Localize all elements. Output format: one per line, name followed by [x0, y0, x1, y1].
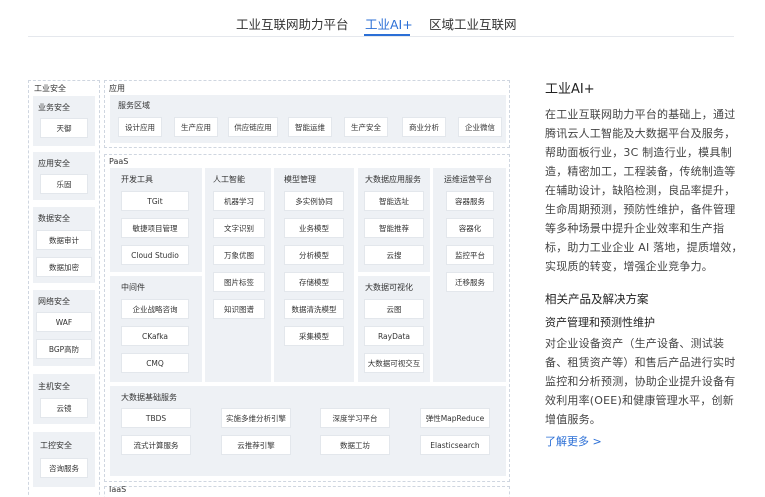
learn-more-link[interactable]: 了解更多 > [545, 433, 745, 449]
section-title: 工业AI+ [545, 82, 595, 97]
app-item[interactable]: 供应链应用 [228, 117, 278, 137]
paas-item[interactable]: 容器服务 [446, 191, 494, 211]
paas-item[interactable]: 监控平台 [446, 245, 494, 265]
section-description: 在工业互联网助力平台的基础上，通过腾讯云人工智能及大数据平台及服务，帮助面板行业… [545, 108, 743, 273]
security-group-label: 应用安全 [38, 159, 70, 168]
security-item[interactable]: 咨询服务 [40, 458, 88, 478]
paas-item[interactable]: 数据清洗模型 [284, 299, 344, 319]
paas-item[interactable]: Elasticsearch [420, 435, 490, 455]
paas-item[interactable]: 云图 [364, 299, 424, 319]
paas-item[interactable]: 敏捷项目管理 [121, 218, 189, 238]
paas-item[interactable]: 实施多维分析引擎 [221, 408, 291, 428]
security-group-label: 主机安全 [38, 382, 70, 391]
panel-title: 大数据基础服务 [121, 393, 177, 402]
paas-item[interactable]: TGit [121, 191, 189, 211]
security-item[interactable]: 乐固 [40, 174, 88, 194]
security-group-label: 数据安全 [38, 214, 70, 223]
paas-item[interactable]: 企业战略咨询 [121, 299, 189, 319]
paas-item[interactable]: 弹性MapReduce [420, 408, 490, 428]
architecture-diagram: 工业安全 业务安全 天御 应用安全 乐固 数据安全 数据审计 数据加密 网络安全… [28, 80, 510, 497]
panel-title: 人工智能 [213, 175, 245, 184]
paas-item[interactable]: 智能推荐 [364, 218, 424, 238]
paas-item[interactable]: 存储模型 [284, 272, 344, 292]
paas-item[interactable]: Cloud Studio [121, 245, 189, 265]
app-layer-label: 应用 [109, 84, 125, 93]
paas-item[interactable]: 容器化 [446, 218, 494, 238]
paas-item[interactable]: 深度学习平台 [320, 408, 390, 428]
security-item[interactable]: WAF [36, 312, 92, 332]
service-region-label: 服务区域 [118, 101, 150, 110]
security-item[interactable]: 云镜 [40, 398, 88, 418]
solution-title: 资产管理和预测性维护 [545, 316, 655, 329]
app-item[interactable]: 设计应用 [118, 117, 162, 137]
security-group-label: 工控安全 [40, 441, 72, 450]
paas-item[interactable]: 大数据可视交互 [364, 353, 424, 373]
security-item[interactable]: 数据加密 [36, 257, 92, 277]
paas-item[interactable]: 云搜 [364, 245, 424, 265]
paas-item[interactable]: 图片标签 [213, 272, 265, 292]
panel-title: 开发工具 [121, 175, 153, 184]
app-item[interactable]: 企业微信 [458, 117, 502, 137]
app-item[interactable]: 生产安全 [344, 117, 388, 137]
security-group-label: 业务安全 [38, 103, 70, 112]
paas-item[interactable]: 采集模型 [284, 326, 344, 346]
app-item[interactable]: 商业分析 [402, 117, 446, 137]
app-item[interactable]: 智能运维 [288, 117, 332, 137]
iaas-layer [104, 486, 510, 497]
panel-title: 中间件 [121, 283, 145, 292]
paas-layer-label: PaaS [109, 157, 129, 166]
paas-item[interactable]: 知识图谱 [213, 299, 265, 319]
paas-item[interactable]: 智能选址 [364, 191, 424, 211]
tabs-divider [28, 36, 734, 37]
iaas-layer-label: IaaS [109, 485, 127, 494]
tab-regional-internet[interactable]: 区域工业互联网 [429, 14, 517, 33]
paas-item[interactable]: 流式计算服务 [121, 435, 191, 455]
paas-item[interactable]: RayData [364, 326, 424, 346]
paas-item[interactable]: 机器学习 [213, 191, 265, 211]
related-products-title: 相关产品及解决方案 [545, 292, 649, 306]
tab-industrial-internet[interactable]: 工业互联网助力平台 [236, 14, 349, 33]
paas-item[interactable]: CMQ [121, 353, 189, 373]
panel-title: 模型管理 [284, 175, 316, 184]
paas-item[interactable]: 迁移服务 [446, 272, 494, 292]
paas-item[interactable]: 文字识别 [213, 218, 265, 238]
security-item[interactable]: 数据审计 [36, 230, 92, 250]
tab-bar: 工业互联网助力平台 工业AI+ 区域工业互联网 [0, 0, 765, 37]
panel-title: 大数据可视化 [365, 283, 413, 292]
paas-item[interactable]: CKafka [121, 326, 189, 346]
paas-item[interactable]: 业务模型 [284, 218, 344, 238]
panel-title: 运维运营平台 [444, 175, 492, 184]
security-group-label: 网络安全 [38, 297, 70, 306]
description-panel: 工业AI+ 在工业互联网助力平台的基础上，通过腾讯云人工智能及大数据平台及服务，… [545, 78, 745, 449]
solution-description: 对企业设备资产（生产设备、测试装备、租赁资产等）和售后产品进行实时监控和分析预测… [545, 337, 736, 426]
panel-title: 大数据应用服务 [365, 175, 421, 184]
app-item[interactable]: 生产应用 [174, 117, 218, 137]
paas-item[interactable]: 分析模型 [284, 245, 344, 265]
security-item[interactable]: BGP高防 [36, 339, 92, 359]
paas-item[interactable]: 数据工坊 [320, 435, 390, 455]
security-column-title: 工业安全 [34, 84, 66, 93]
security-item[interactable]: 天御 [40, 118, 88, 138]
paas-item[interactable]: 万象优图 [213, 245, 265, 265]
tab-industrial-ai[interactable]: 工业AI+ [365, 14, 413, 33]
paas-item[interactable]: 云推荐引擎 [221, 435, 291, 455]
paas-item[interactable]: 多实例协同 [284, 191, 344, 211]
paas-item[interactable]: TBDS [121, 408, 191, 428]
